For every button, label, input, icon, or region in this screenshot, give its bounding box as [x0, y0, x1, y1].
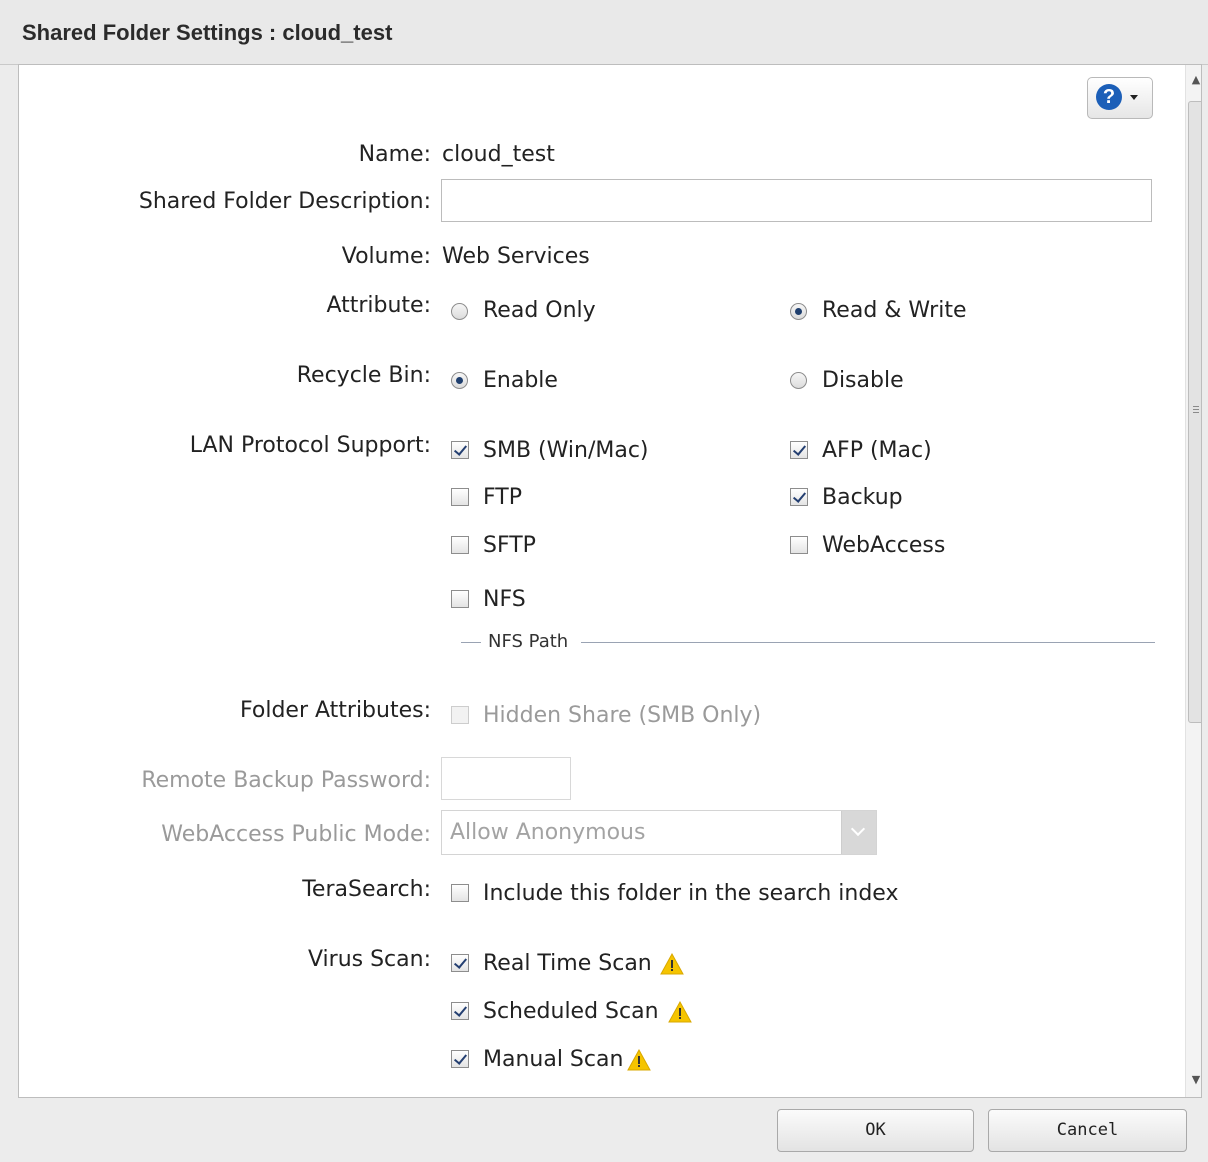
backup-checkbox[interactable] — [790, 488, 808, 506]
read-only-label: Read Only — [483, 298, 596, 323]
manual-scan-checkbox[interactable] — [451, 1050, 469, 1068]
sftp-label: SFTP — [483, 533, 536, 558]
dialog-title: Shared Folder Settings : cloud_test — [22, 20, 393, 45]
name-value: cloud_test — [442, 142, 555, 167]
scrollbar-grip-icon — [1193, 406, 1199, 415]
volume-label: Volume: — [341, 244, 431, 269]
sftp-checkbox[interactable] — [451, 536, 469, 554]
recycle-enable-radio[interactable] — [451, 372, 468, 389]
terasearch-label: TeraSearch: — [302, 877, 431, 902]
description-label: Shared Folder Description: — [138, 189, 431, 214]
nfs-checkbox[interactable] — [451, 590, 469, 608]
afp-checkbox[interactable] — [790, 441, 808, 459]
webaccess-checkbox[interactable] — [790, 536, 808, 554]
hidden-share-label: Hidden Share (SMB Only) — [483, 703, 762, 728]
dropdown-arrow-icon[interactable] — [841, 811, 876, 854]
webaccess-public-mode-select[interactable]: Allow Anonymous — [441, 810, 877, 855]
manual-scan-label: Manual Scan — [483, 1047, 624, 1072]
folder-attributes-label: Folder Attributes: — [240, 698, 431, 723]
nfs-path-legend: NFS Path — [488, 631, 569, 652]
volume-value: Web Services — [442, 244, 590, 269]
dialog-titlebar: Shared Folder Settings : cloud_test — [0, 0, 1208, 65]
ftp-checkbox[interactable] — [451, 488, 469, 506]
recycle-bin-label: Recycle Bin: — [296, 363, 431, 388]
warning-icon — [660, 952, 684, 979]
shared-folder-settings-dialog: Shared Folder Settings : cloud_test ? Na… — [0, 0, 1208, 1162]
webaccess-public-mode-label: WebAccess Public Mode: — [161, 822, 431, 847]
ok-button[interactable]: OK — [777, 1109, 974, 1152]
chevron-down-icon — [1130, 95, 1138, 100]
terasearch-checkbox[interactable] — [451, 884, 469, 902]
webaccess-label: WebAccess — [822, 533, 946, 558]
description-input[interactable] — [441, 179, 1152, 222]
warning-icon — [627, 1048, 651, 1075]
scroll-up-icon[interactable]: ▲ — [1186, 73, 1201, 86]
vertical-scrollbar[interactable]: ▲ ▼ — [1185, 65, 1201, 1097]
remote-backup-password-input[interactable] — [441, 757, 571, 800]
scheduled-scan-checkbox[interactable] — [451, 1002, 469, 1020]
help-icon: ? — [1096, 84, 1122, 110]
remote-backup-password-label: Remote Backup Password: — [141, 768, 431, 793]
backup-label: Backup — [822, 485, 903, 510]
recycle-enable-label: Enable — [483, 368, 558, 393]
smb-checkbox[interactable] — [451, 441, 469, 459]
read-write-label: Read & Write — [822, 298, 967, 323]
help-button[interactable]: ? — [1087, 77, 1153, 119]
ftp-label: FTP — [483, 485, 522, 510]
scheduled-scan-label: Scheduled Scan — [483, 999, 659, 1024]
recycle-disable-label: Disable — [822, 368, 904, 393]
lan-protocol-label: LAN Protocol Support: — [189, 433, 431, 458]
read-only-radio[interactable] — [451, 303, 468, 320]
nfs-label: NFS — [483, 587, 526, 612]
smb-label: SMB (Win/Mac) — [483, 438, 649, 463]
settings-panel: ? Name: cloud_test Shared Folder Descrip… — [18, 64, 1202, 1098]
nfs-path-divider — [461, 642, 481, 643]
read-write-radio[interactable] — [790, 303, 807, 320]
virus-scan-label: Virus Scan: — [307, 947, 431, 972]
cancel-button[interactable]: Cancel — [988, 1109, 1187, 1152]
attribute-label: Attribute: — [326, 293, 431, 318]
afp-label: AFP (Mac) — [822, 438, 932, 463]
warning-icon — [668, 1000, 692, 1027]
recycle-disable-radio[interactable] — [790, 372, 807, 389]
real-time-scan-label: Real Time Scan — [483, 951, 652, 976]
nfs-path-divider-right — [581, 642, 1155, 643]
hidden-share-checkbox[interactable] — [451, 706, 469, 724]
scrollbar-thumb[interactable] — [1188, 101, 1201, 723]
webaccess-public-mode-value: Allow Anonymous — [450, 820, 646, 845]
name-label: Name: — [358, 142, 431, 167]
terasearch-option-label: Include this folder in the search index — [483, 881, 899, 906]
real-time-scan-checkbox[interactable] — [451, 954, 469, 972]
scroll-down-icon[interactable]: ▼ — [1186, 1073, 1201, 1086]
